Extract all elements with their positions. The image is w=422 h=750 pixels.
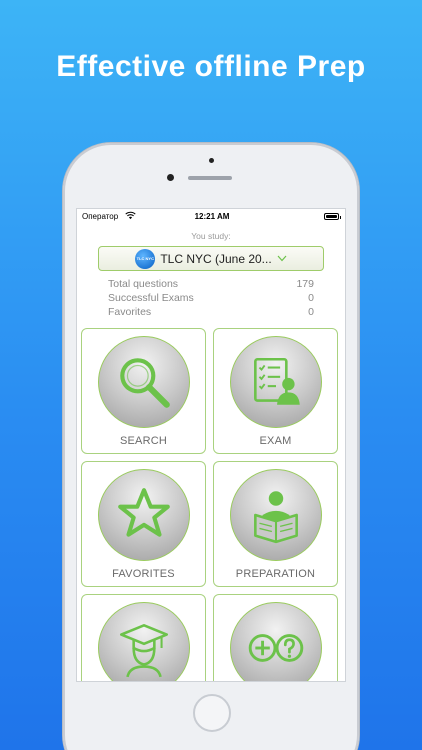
earpiece-speaker (188, 176, 232, 180)
search-tile-label: SEARCH (119, 435, 168, 447)
stats-panel: Total questions 179 Successful Exams 0 F… (108, 277, 314, 319)
search-icon (120, 358, 170, 408)
preparation-tile[interactable]: PREPARATION (213, 461, 338, 587)
graduate-icon (119, 623, 169, 678)
preparation-tile-circle (230, 469, 322, 561)
graduate-tile[interactable] (81, 594, 206, 681)
exam-tile-label: EXAM (259, 435, 292, 447)
stat-favorites: Favorites 0 (108, 305, 314, 319)
phone-frame: Оператор 12:21 AM You study: TLC NYC TLC… (63, 143, 359, 750)
status-bar: Оператор 12:21 AM (77, 209, 345, 225)
plus-question-tile[interactable] (213, 594, 338, 681)
search-tile[interactable]: SEARCH (81, 328, 206, 454)
stat-label: Total questions (108, 278, 179, 290)
graduate-tile-circle (98, 602, 190, 681)
front-camera (167, 174, 174, 181)
exam-tile-circle (230, 336, 322, 428)
stat-label: Favorites (108, 306, 152, 318)
exam-icon (254, 357, 300, 405)
front-sensor (209, 158, 214, 163)
stat-label: Successful Exams (108, 292, 194, 304)
plus-question-tile-circle (230, 602, 322, 681)
stat-value: 0 (308, 292, 314, 304)
preparation-tile-label: PREPARATION (235, 568, 316, 580)
exam-name: TLC NYC (June 20... (160, 251, 272, 266)
stat-value: 179 (296, 278, 314, 290)
battery-icon (324, 213, 341, 220)
home-button[interactable] (193, 694, 231, 732)
favorites-tile-circle (98, 469, 190, 561)
app-screen: Оператор 12:21 AM You study: TLC NYC TLC… (76, 208, 346, 682)
exam-tile[interactable]: EXAM (213, 328, 338, 454)
favorites-tile-label: FAVORITES (112, 568, 175, 580)
reading-icon (254, 491, 298, 544)
exam-selector[interactable]: TLC NYC TLC NYC (June 20... (98, 246, 324, 271)
chevron-down-icon (277, 255, 287, 262)
status-time: 12:21 AM (194, 212, 230, 221)
menu-grid: SEARCH EXAM FAVORITES PREPARATION (81, 328, 343, 681)
favorites-tile[interactable]: FAVORITES (81, 461, 206, 587)
search-tile-circle (98, 336, 190, 428)
promo-headline: Effective offline Prep (56, 50, 366, 83)
exam-logo-icon: TLC NYC (135, 248, 156, 269)
plus-question-icon (248, 634, 304, 662)
stat-successful-exams: Successful Exams 0 (108, 291, 314, 305)
star-icon (118, 488, 170, 537)
stat-value: 0 (308, 306, 314, 318)
stat-total-questions: Total questions 179 (108, 277, 314, 291)
you-study-label: You study: (191, 231, 231, 241)
